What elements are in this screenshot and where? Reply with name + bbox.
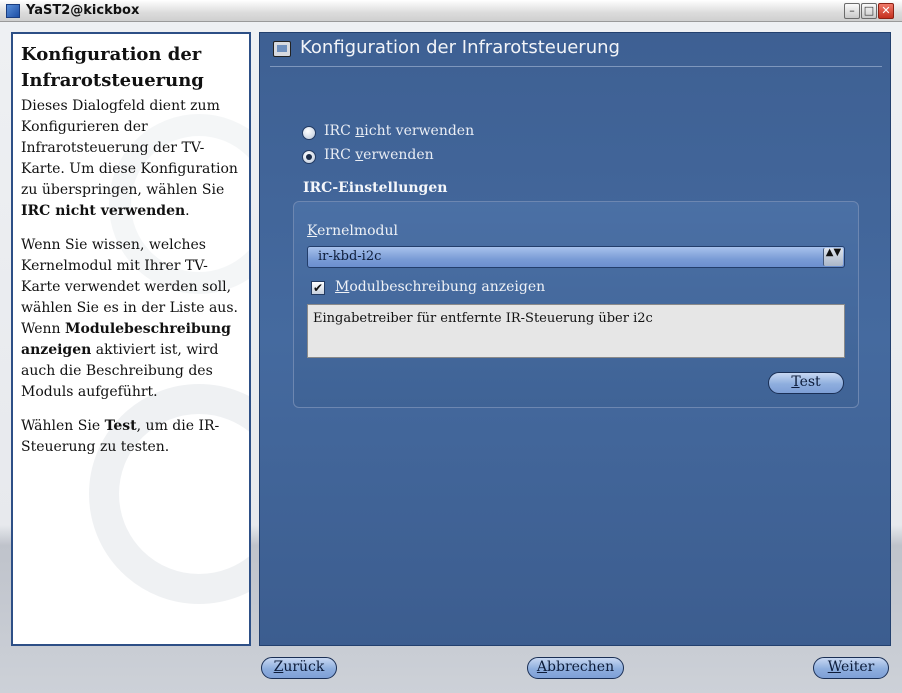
yast-app-icon [6, 4, 20, 18]
label-mnemonic: M [335, 279, 350, 295]
help-text-run: Dieses Dialogfeld dient zum Konfiguriere… [21, 98, 238, 198]
help-text-run: . [185, 203, 190, 219]
button-mnemonic: A [536, 659, 548, 675]
help-panel[interactable]: Konfiguration der Infrarotsteuerung Dies… [11, 32, 251, 646]
maximize-button[interactable]: □ [861, 3, 877, 19]
button-mnemonic: W [827, 659, 841, 675]
next-button[interactable]: Weiter [813, 657, 889, 679]
label-mnemonic: v [355, 147, 364, 163]
kernel-module-select[interactable]: ir-kbd-i2c ▲▼ [307, 246, 845, 268]
tv-icon [273, 41, 291, 57]
help-paragraph: Dieses Dialogfeld dient zum Konfiguriere… [21, 96, 243, 222]
label-mnemonic: K [307, 223, 318, 239]
checkbox[interactable]: ✔ [311, 281, 325, 295]
window-title: YaST2@kickbox [26, 3, 140, 18]
label-text: IRC [324, 123, 356, 139]
updown-arrow-icon[interactable]: ▲▼ [823, 248, 843, 266]
radio-button[interactable] [302, 126, 316, 140]
title-divider [270, 66, 882, 67]
button-text: eiter [840, 659, 875, 675]
help-bold-run: IRC nicht verwenden [21, 203, 186, 219]
button-text: urück [283, 659, 325, 675]
button-text: est [799, 374, 821, 390]
label-text: ernelmodul [317, 223, 399, 239]
close-button[interactable]: ✕ [878, 3, 894, 19]
window-titlebar[interactable]: YaST2@kickbox – □ ✕ [0, 0, 902, 22]
module-description: Eingabetreiber für entfernte IR-Steuerun… [307, 304, 845, 358]
help-text: Konfiguration der Infrarotsteuerung Dies… [21, 42, 243, 471]
button-mnemonic: Z [273, 659, 284, 675]
help-paragraph: Wählen Sie Test, um die IR-Steuerung zu … [21, 416, 243, 458]
label-text: erwenden [363, 147, 434, 163]
select-value: ir-kbd-i2c [318, 249, 382, 264]
back-button[interactable]: Zurück [261, 657, 337, 679]
abort-button[interactable]: Abbrechen [527, 657, 624, 679]
help-bold-run: Test [104, 418, 137, 434]
checkbox-label: Modulbeschreibung anzeigen [335, 279, 545, 295]
irc-settings-group: Kernelmodul ir-kbd-i2c ▲▼ ✔ Modulbeschre… [293, 201, 859, 408]
label-mnemonic: n [355, 123, 365, 139]
label-text: icht verwenden [364, 123, 475, 139]
radio-button-selected[interactable] [302, 150, 316, 164]
label-text: IRC [324, 147, 356, 163]
radio-label: IRC verwenden [324, 147, 434, 163]
irc-settings-label: IRC-Einstellungen [303, 180, 448, 196]
help-title: Konfiguration der Infrarotsteuerung [21, 44, 204, 91]
button-mnemonic: T [791, 374, 800, 390]
help-paragraph: Wenn Sie wissen, welches Kernelmodul mit… [21, 235, 243, 403]
main-panel: Konfiguration der Infrarotsteuerung IRC … [259, 32, 891, 646]
kernel-module-label: Kernelmodul [307, 223, 398, 239]
help-text-run: Wählen Sie [21, 418, 105, 434]
test-button[interactable]: Test [768, 372, 844, 394]
radio-label: IRC nicht verwenden [324, 123, 474, 139]
button-text: bbrechen [547, 659, 615, 675]
minimize-button[interactable]: – [844, 3, 860, 19]
page-title: Konfiguration der Infrarotsteuerung [300, 37, 620, 58]
label-text: odulbeschreibung anzeigen [349, 279, 546, 295]
